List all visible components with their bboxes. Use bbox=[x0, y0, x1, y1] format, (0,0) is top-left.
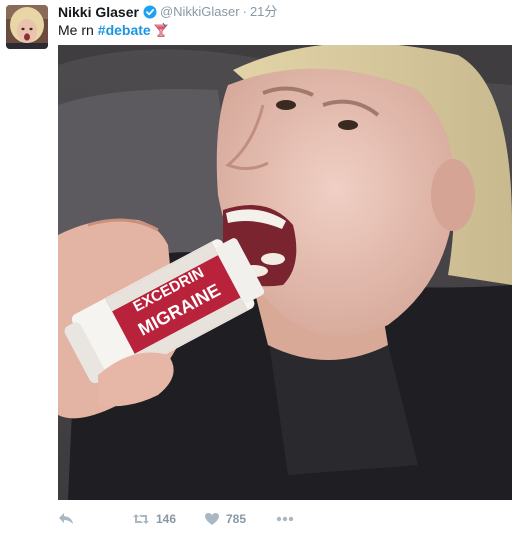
tweet-text: Me rn #debate bbox=[58, 21, 169, 39]
author-handle[interactable]: @NikkiGlaser bbox=[160, 4, 240, 20]
hashtag-link[interactable]: #debate bbox=[98, 21, 151, 39]
tweet-text-body: Me rn bbox=[58, 22, 94, 38]
tweet-timestamp[interactable]: 21分 bbox=[250, 4, 277, 20]
retweet-button[interactable]: 146 bbox=[132, 508, 176, 530]
tweet-header: Nikki Glaser @NikkiGlaser · 21分 bbox=[58, 4, 277, 20]
like-button[interactable]: 785 bbox=[204, 508, 246, 530]
photo-image: EXCEDRIN MIGRAINE bbox=[58, 45, 512, 500]
tropical-drink-icon bbox=[153, 22, 169, 38]
tweet-photo[interactable]: EXCEDRIN MIGRAINE bbox=[58, 45, 512, 500]
tweet-actions: 146 785 bbox=[58, 508, 512, 530]
like-count: 785 bbox=[226, 512, 247, 526]
more-dots-icon bbox=[276, 516, 294, 522]
reply-button[interactable] bbox=[58, 508, 74, 530]
retweet-count: 146 bbox=[156, 512, 177, 526]
retweet-icon bbox=[132, 512, 150, 526]
heart-icon bbox=[204, 512, 220, 526]
avatar[interactable] bbox=[6, 5, 48, 49]
reply-icon bbox=[58, 512, 74, 526]
separator-dot: · bbox=[242, 4, 247, 19]
author-name[interactable]: Nikki Glaser bbox=[58, 4, 139, 20]
avatar-image bbox=[6, 5, 48, 49]
more-button[interactable] bbox=[276, 508, 294, 530]
verified-badge-icon bbox=[143, 5, 157, 19]
